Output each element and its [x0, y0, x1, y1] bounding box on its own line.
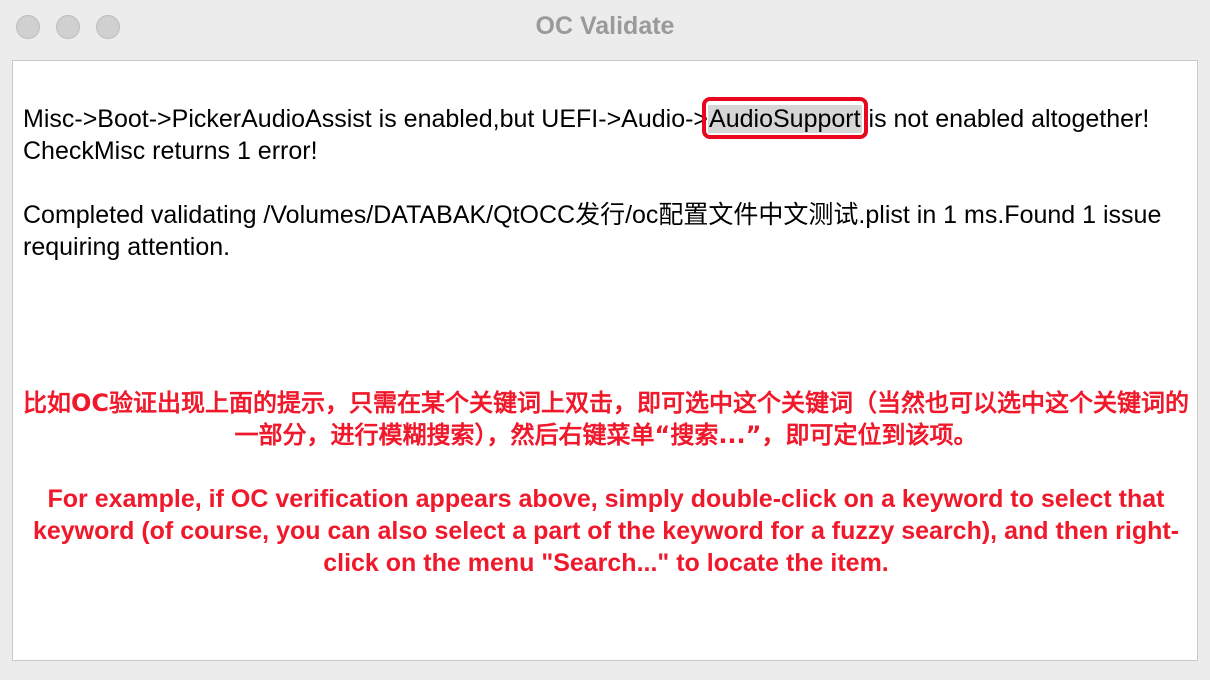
validation-log[interactable]: Misc->Boot->PickerAudioAssist is enabled… — [23, 97, 1185, 263]
validation-output-text-area[interactable]: Misc->Boot->PickerAudioAssist is enabled… — [12, 60, 1198, 661]
log-line-completed[interactable]: Completed validating /Volumes/DATABAK/Qt… — [23, 199, 1185, 263]
annotation-english: For example, if OC verification appears … — [32, 485, 1180, 577]
title-bar[interactable]: OC Validate — [0, 0, 1210, 54]
selected-keyword[interactable]: AudioSupport — [708, 105, 862, 133]
log-text-after-keyword[interactable]: is not enabled altogether! — [862, 105, 1150, 133]
annotation-chinese: 比如OC验证出现上面的提示，只需在某个关键词上双击，即可选中这个关键词（当然也可… — [22, 389, 1189, 449]
oc-validate-window: OC Validate Misc->Boot->PickerAudioAssis… — [0, 0, 1210, 680]
log-text-before-keyword[interactable]: Misc->Boot->PickerAudioAssist is enabled… — [23, 105, 708, 133]
window-title: OC Validate — [535, 12, 675, 40]
log-line-error[interactable]: Misc->Boot->PickerAudioAssist is enabled… — [23, 97, 1185, 139]
log-line-checkmisc[interactable]: CheckMisc returns 1 error! — [23, 135, 1185, 167]
selected-keyword-wrapper[interactable]: AudioSupport — [702, 97, 868, 139]
log-blank-line — [23, 167, 1185, 199]
